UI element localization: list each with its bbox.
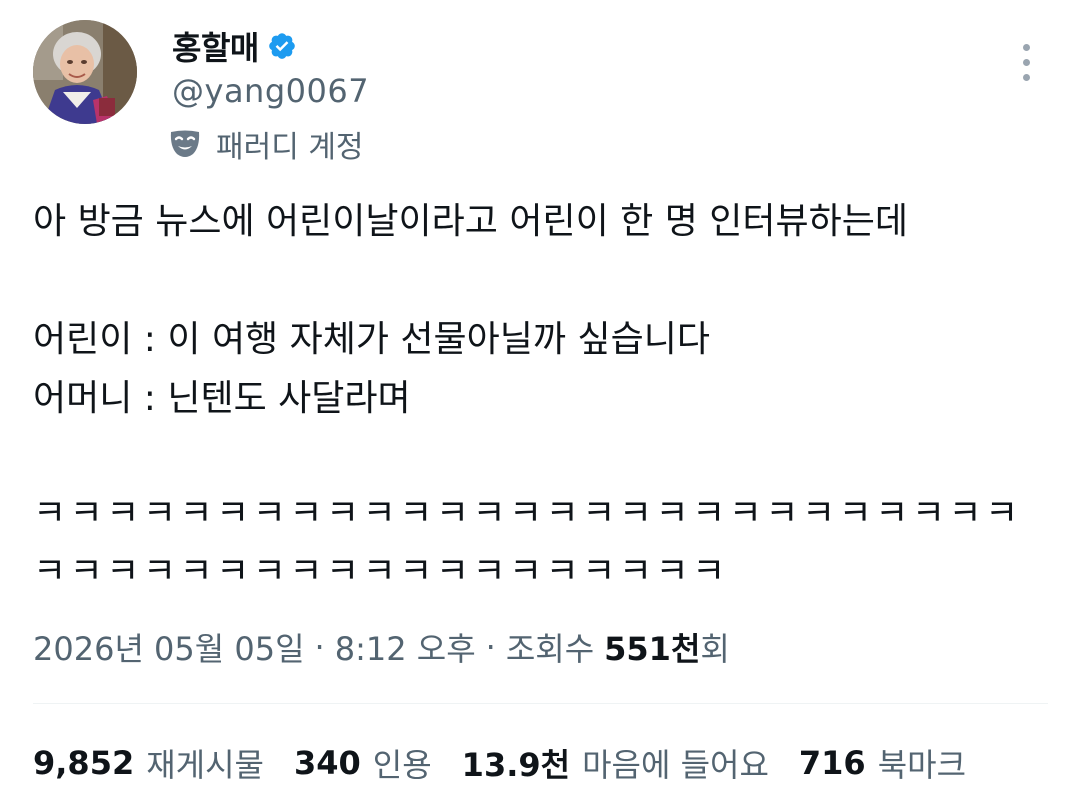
- avatar-image: [33, 20, 137, 124]
- views-label: 조회수: [505, 630, 595, 668]
- tweet-time[interactable]: 8:12 오후: [335, 624, 476, 670]
- theater-mask-icon: [168, 127, 202, 161]
- tweet-text-line-5: ㅋㅋㅋㅋㅋㅋㅋㅋㅋㅋㅋㅋㅋㅋㅋㅋㅋㅋㅋ: [33, 551, 729, 592]
- tweet-meta: 2026년 05월 05일 · 8:12 오후 · 조회수 551천 회: [33, 624, 730, 670]
- more-options-icon-dot: [1022, 58, 1030, 66]
- more-options-icon-dot: [1022, 43, 1030, 51]
- retweets-count: 9,852: [33, 744, 135, 782]
- retweets-label: 재게시물: [146, 746, 264, 784]
- author-handle[interactable]: @yang0067: [172, 72, 369, 110]
- bookmarks-stat[interactable]: 716 북마크: [799, 740, 966, 786]
- display-name[interactable]: 홍할매: [172, 23, 259, 69]
- retweets-stat[interactable]: 9,852 재게시물: [33, 740, 264, 786]
- bookmarks-label: 북마크: [877, 746, 967, 784]
- tweet-text-line-3: 어머니 : 닌텐도 사달라며: [33, 378, 411, 419]
- bookmarks-count: 716: [798, 744, 866, 782]
- divider: [33, 703, 1048, 704]
- engagement-stats: 9,852 재게시물 340 인용 13.9천 마음에 들어요 716 북마크: [33, 740, 996, 786]
- parody-label-row: 패러디 계정: [168, 122, 364, 166]
- likes-count: 13.9천: [461, 746, 571, 784]
- quotes-count: 340: [293, 744, 361, 782]
- tweet: 홍할매 @yang0067 패러디 계정 아 방금 뉴스에 어린이날이라고 어린…: [0, 0, 1080, 811]
- meta-separator: ·: [314, 628, 325, 666]
- quotes-stat[interactable]: 340 인용: [294, 740, 432, 786]
- quotes-label: 인용: [372, 746, 432, 784]
- views-suffix: 회: [700, 630, 730, 668]
- views-count: 551천: [604, 630, 701, 668]
- more-options-icon-dot: [1022, 73, 1030, 81]
- more-options-button[interactable]: [1006, 38, 1046, 86]
- tweet-text-line-1: 아 방금 뉴스에 어린이날이라고 어린이 한 명 인터뷰하는데: [33, 201, 908, 242]
- tweet-text-line-2: 어린이 : 이 여행 자체가 선물아닐까 싶습니다: [33, 319, 710, 360]
- meta-separator: ·: [485, 628, 496, 666]
- avatar[interactable]: [33, 20, 137, 124]
- author-name-row: 홍할매: [172, 22, 297, 70]
- likes-stat[interactable]: 13.9천 마음에 들어요: [462, 740, 769, 786]
- tweet-text-line-4: ㅋㅋㅋㅋㅋㅋㅋㅋㅋㅋㅋㅋㅋㅋㅋㅋㅋㅋㅋㅋㅋㅋㅋㅋㅋㅋㅋ: [33, 493, 1022, 534]
- parody-account-label: 패러디 계정: [216, 130, 364, 165]
- verified-badge-icon[interactable]: [267, 31, 297, 61]
- tweet-date[interactable]: 2026년 05월 05일: [33, 624, 305, 670]
- likes-label: 마음에 들어요: [582, 746, 769, 784]
